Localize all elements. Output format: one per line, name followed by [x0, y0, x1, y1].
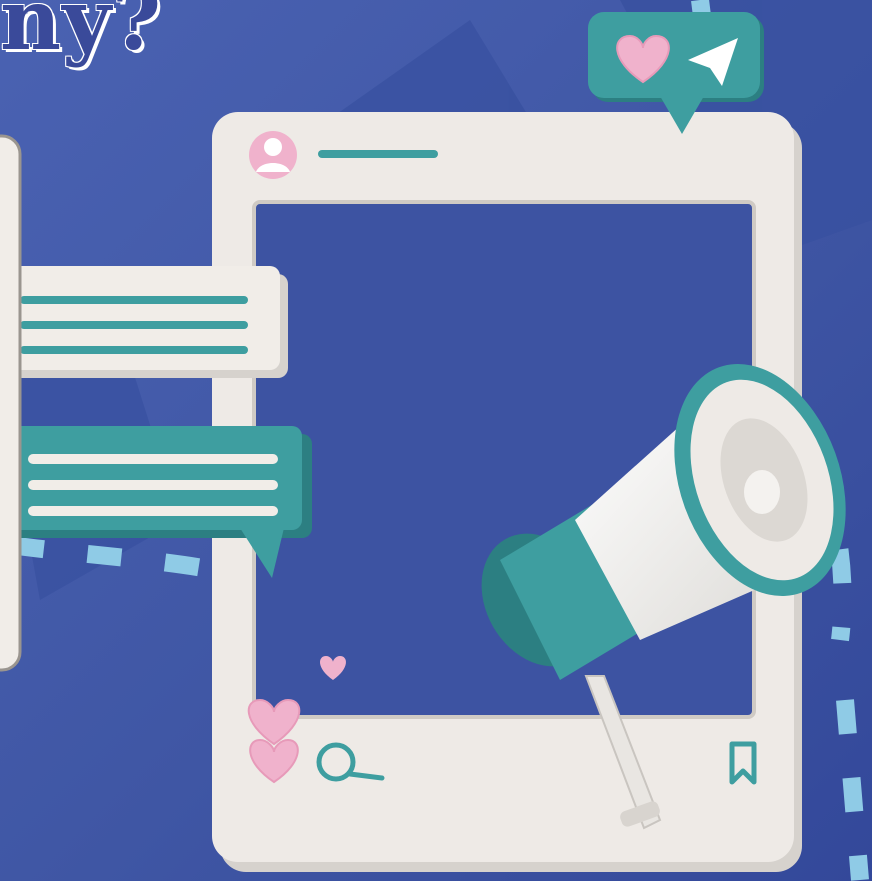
user-avatar-icon — [249, 131, 297, 179]
page-title: ny? — [0, 0, 163, 69]
username-line — [318, 150, 438, 158]
phone-edge — [0, 134, 22, 672]
message-card-white — [0, 266, 288, 378]
social-media-illustration — [0, 0, 872, 881]
